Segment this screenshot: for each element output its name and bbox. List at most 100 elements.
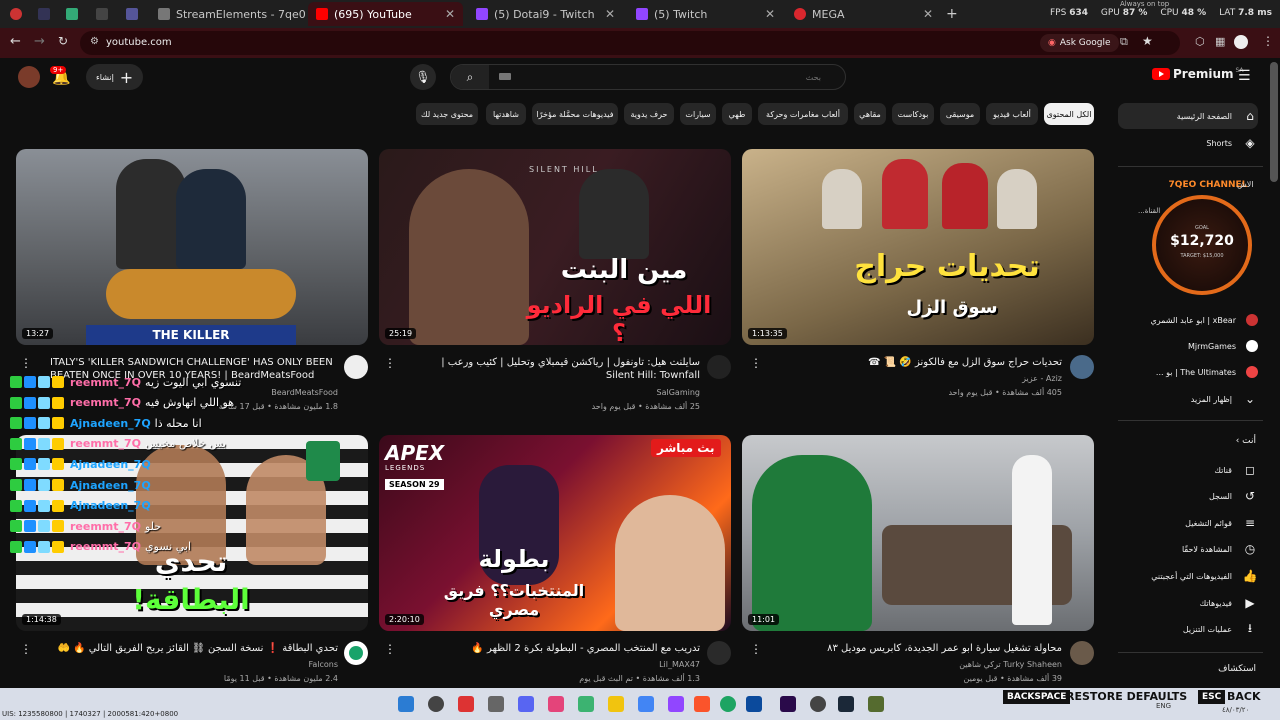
reload-icon[interactable]: ↻ <box>58 34 68 48</box>
video-menu-icon[interactable]: ⋮ <box>750 642 762 656</box>
extensions-puzzle-icon[interactable]: ▦ <box>1215 35 1225 48</box>
language-indicator[interactable]: ENG <box>1156 702 1171 710</box>
chip-new-to-you[interactable]: محتوى جديد لك <box>416 103 478 125</box>
chip-all[interactable]: الكل المحتوى <box>1044 103 1094 125</box>
sidebar-you-header[interactable]: أنت › <box>1200 436 1256 446</box>
sidebar-item-downloads[interactable]: عمليات التنزيل ⭳ <box>1118 616 1258 642</box>
sidebar-item-history[interactable]: السجل ↺ <box>1118 483 1258 509</box>
video-thumbnail[interactable]: SILENT HILL مين البنت اللي في الراديو ؟ … <box>379 149 731 345</box>
new-tab-icon[interactable]: + <box>946 6 958 22</box>
video-title[interactable]: محاولة تشغيل سيارة ابو عمر الجديدة، كابر… <box>770 642 1062 655</box>
browser-tab-twitch-dotai[interactable]: (5) Dotai9 - Twitch ✕ <box>468 2 623 26</box>
search-input[interactable] <box>521 68 821 86</box>
extension-icon[interactable]: ⬡ <box>1195 35 1205 48</box>
taskbar-app-icon[interactable] <box>518 696 534 712</box>
install-app-icon[interactable]: ⧉ <box>1120 35 1128 49</box>
search-box[interactable]: ⌕ <box>450 64 846 90</box>
taskbar-app-icon[interactable] <box>548 696 564 712</box>
video-menu-icon[interactable]: ⋮ <box>384 356 396 370</box>
forward-arrow-icon[interactable]: → <box>34 34 45 49</box>
sidebar-channel-xbear[interactable]: ابو عابد الشمري | xBear <box>1118 307 1258 333</box>
video-title[interactable]: تحدي البطاقة ❗ نسخة السجن ⛓ القائز يربح … <box>50 642 338 655</box>
site-info-icon[interactable]: ⚙ <box>90 36 99 47</box>
video-thumbnail[interactable]: THE KILLER 13:27 <box>16 149 368 345</box>
keyboard-icon[interactable] <box>499 73 511 80</box>
back-button[interactable]: BACK <box>1227 690 1261 703</box>
chrome-icon[interactable] <box>720 696 736 712</box>
taskbar-app-icon[interactable] <box>638 696 654 712</box>
obs-icon[interactable] <box>810 696 826 712</box>
video-menu-icon[interactable]: ⋮ <box>384 642 396 656</box>
video-title[interactable]: سايلنت هيل: تاونفول | رياكشن قيمبلاي وتح… <box>420 356 700 382</box>
channel-avatar[interactable] <box>344 355 368 379</box>
taskbar-app-icon[interactable] <box>578 696 594 712</box>
chip-crafts[interactable]: حرف يدوية <box>624 103 674 125</box>
browser-menu-icon[interactable]: ⋮ <box>1262 34 1274 48</box>
browser-tab[interactable] <box>58 2 84 26</box>
chip-video-games[interactable]: ألعاب فيديو <box>986 103 1038 125</box>
video-title[interactable]: تدريب مع المنتخب المصري - البطولة بكرة 2… <box>420 642 700 655</box>
taskbar-search-icon[interactable] <box>428 696 444 712</box>
browser-tab-streamelements[interactable]: StreamElements - 7qe0 ✕ <box>150 2 305 26</box>
search-icon[interactable]: ⌕ <box>451 65 489 89</box>
start-menu-icon[interactable] <box>398 696 414 712</box>
chip-action-adventure[interactable]: ألعاب مغامرات وحركة <box>758 103 848 125</box>
file-explorer-icon[interactable] <box>608 696 624 712</box>
video-thumbnail[interactable]: تحديات حراج سوق الزل 1:13:35 <box>742 149 1094 345</box>
sidebar-item-liked-videos[interactable]: الفيديوهات التي أعجبتني 👍 <box>1118 563 1258 589</box>
close-tab-icon[interactable]: ✕ <box>757 7 775 21</box>
scrollbar-thumb[interactable] <box>1270 62 1278 182</box>
browser-tab-twitch[interactable]: (5) Twitch ✕ <box>628 2 783 26</box>
channel-avatar[interactable] <box>344 641 368 665</box>
channel-name[interactable]: Lil_MAX47 <box>420 659 700 670</box>
address-bar[interactable]: ⚙ youtube.com ◉ Ask Google ⧉ ★ <box>80 31 1180 55</box>
sidebar-channel-ultimates[interactable]: ... بو | The Ultimates <box>1118 359 1258 385</box>
video-thumbnail[interactable]: APEX LEGENDS SEASON 29 بث مباشر بطولة ال… <box>379 435 731 631</box>
channel-name[interactable]: Falcons <box>50 659 338 670</box>
channel-name[interactable]: Aziz - عزيز <box>770 373 1062 384</box>
sidebar-show-more[interactable]: إظهار المزيد ⌄ <box>1118 386 1258 412</box>
browser-tab[interactable] <box>30 2 56 26</box>
account-avatar[interactable] <box>18 66 40 88</box>
channel-avatar[interactable] <box>1070 355 1094 379</box>
sidebar-item-your-channel[interactable]: قناتك ◻ <box>1118 457 1258 483</box>
create-button[interactable]: إنشاء + <box>86 64 144 90</box>
channel-avatar[interactable] <box>1070 641 1094 665</box>
chip-cafes[interactable]: مقاهي <box>854 103 886 125</box>
taskbar-app-icon[interactable] <box>488 696 504 712</box>
close-tab-icon[interactable]: ✕ <box>915 7 933 21</box>
taskbar-app-icon[interactable] <box>458 696 474 712</box>
voice-search-mic-icon[interactable]: 🎙 <box>410 64 436 90</box>
taskbar-app-icon[interactable] <box>668 696 684 712</box>
close-tab-icon[interactable]: ✕ <box>437 7 455 21</box>
youtube-premium-logo[interactable]: Premium SA <box>1152 67 1244 81</box>
channel-avatar[interactable] <box>707 355 731 379</box>
channel-name[interactable]: Turky Shaheen تركي شاهين <box>770 659 1062 670</box>
video-menu-icon[interactable]: ⋮ <box>20 642 32 656</box>
profile-avatar[interactable] <box>1234 35 1248 49</box>
chip-cars[interactable]: سيارات <box>680 103 716 125</box>
chip-watched[interactable]: شاهدتها <box>486 103 526 125</box>
channel-avatar[interactable] <box>707 641 731 665</box>
video-title[interactable]: تحديات حراج سوق الزل مع فالكونز 🤣 📜 ☎ <box>770 356 1062 369</box>
sidebar-item-home[interactable]: الصفحة الرئيسية ⌂ <box>1118 103 1258 129</box>
browser-tab-mega[interactable]: MEGA ✕ <box>786 2 941 26</box>
steam-icon[interactable] <box>838 696 854 712</box>
channel-name[interactable]: SalGaming <box>420 387 700 398</box>
video-menu-icon[interactable]: ⋮ <box>750 356 762 370</box>
taskbar-app-icon[interactable] <box>868 696 884 712</box>
browser-tab-youtube[interactable]: (695) YouTube ✕ <box>308 2 463 26</box>
chip-music[interactable]: موسيقى <box>940 103 980 125</box>
sidebar-item-playlists[interactable]: قوائم التشغيل ≡ <box>1118 510 1258 536</box>
video-thumbnail[interactable]: 11:01 <box>742 435 1094 631</box>
sidebar-item-watch-later[interactable]: المشاهدة لاحقًا ◷ <box>1118 536 1258 562</box>
browser-tab[interactable] <box>88 2 114 26</box>
ask-google-button[interactable]: ◉ Ask Google <box>1040 34 1119 52</box>
brave-browser-icon[interactable] <box>694 696 710 712</box>
browser-tab[interactable] <box>2 2 28 26</box>
browser-tab[interactable] <box>118 2 144 26</box>
video-menu-icon[interactable]: ⋮ <box>20 356 32 370</box>
chip-recently-uploaded[interactable]: فيديوهات محمَّلة مؤخرًا <box>532 103 618 125</box>
close-tab-icon[interactable]: ✕ <box>597 7 615 21</box>
sidebar-channel-mjrmgames[interactable]: MjrmGames <box>1118 333 1258 359</box>
